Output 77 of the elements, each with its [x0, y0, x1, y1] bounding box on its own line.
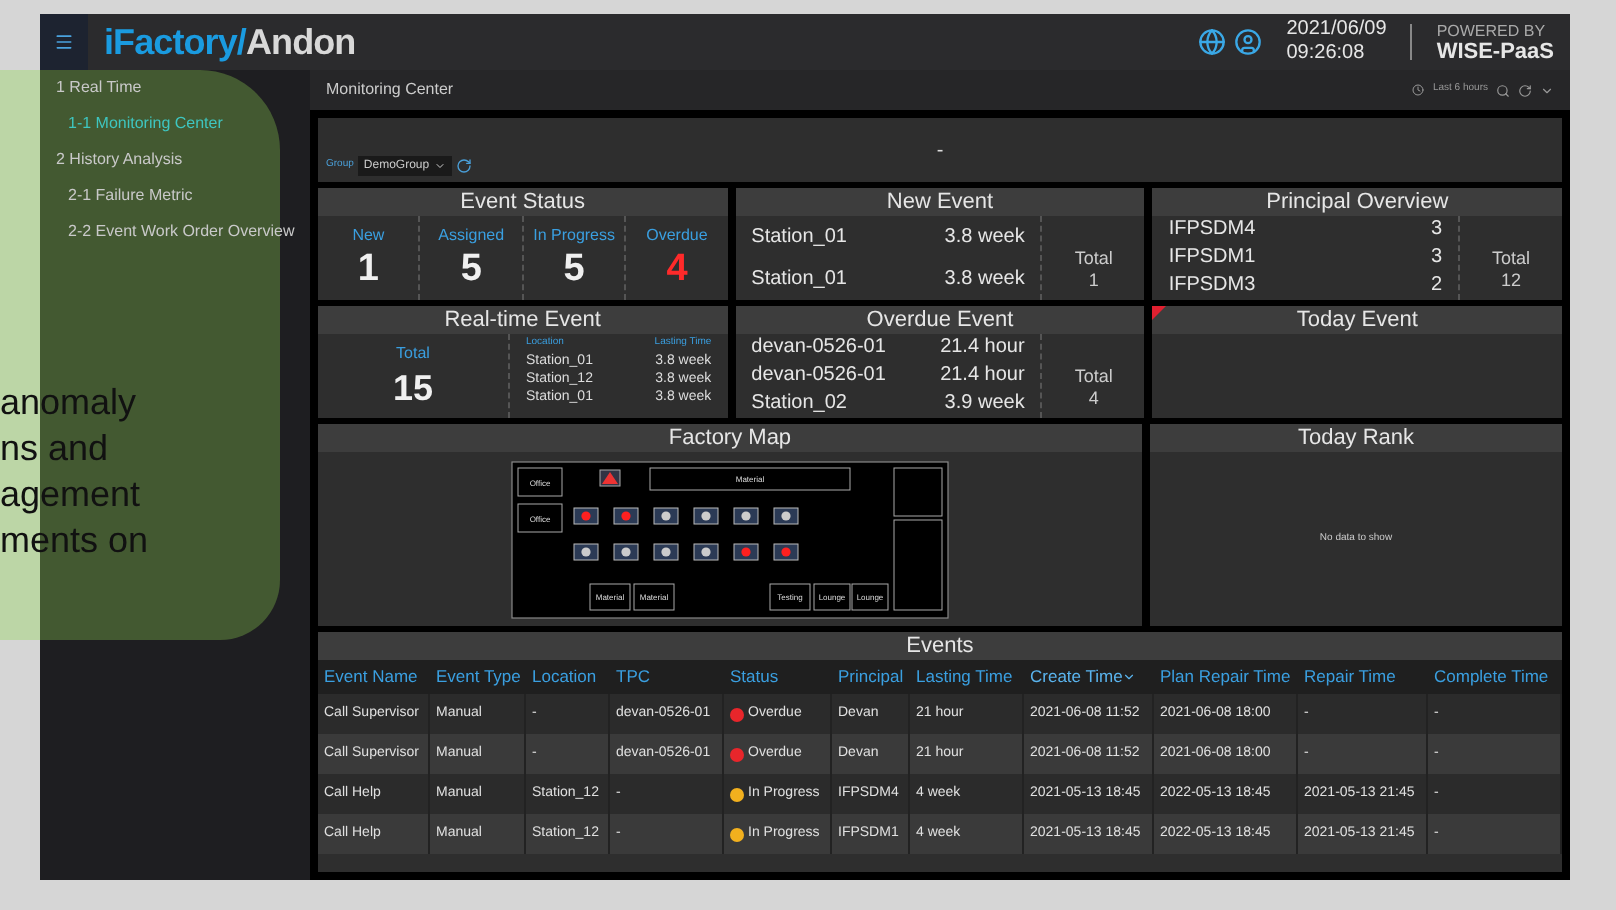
- panel-title: Overdue Event: [735, 306, 1145, 334]
- total-value: 1: [1088, 270, 1099, 292]
- slide-text: ns and: [0, 426, 111, 472]
- sidebar-section[interactable]: 2 History Analysis: [56, 148, 310, 172]
- column-header[interactable]: Lasting Time: [910, 664, 1024, 690]
- status-count: 5: [563, 248, 585, 292]
- sidebar-item[interactable]: 1-1 Monitoring Center: [68, 112, 310, 136]
- list-value: 2: [1430, 274, 1442, 298]
- list-value: 3.8 week: [944, 225, 1025, 249]
- banner-text: -: [936, 137, 944, 165]
- sidebar-item[interactable]: 2-2 Event Work Order Overview: [68, 220, 310, 244]
- flag-icon: [1152, 306, 1167, 320]
- column-header[interactable]: TPC: [610, 664, 724, 690]
- list-name: Station_01: [751, 225, 847, 249]
- list-name: IFPSDM3: [1168, 274, 1256, 298]
- sidebar-item[interactable]: 2-1 Failure Metric: [68, 184, 310, 208]
- list-value: 3.8 week: [944, 267, 1025, 291]
- column-header[interactable]: Event Type: [430, 664, 526, 690]
- list-value: 3: [1430, 246, 1442, 270]
- page-title: Monitoring Center: [326, 78, 454, 102]
- total-label: Total: [1074, 366, 1113, 388]
- total-count: 15: [392, 366, 434, 410]
- status-label: Assigned: [438, 224, 505, 248]
- panel-title: Today Event: [1152, 306, 1562, 334]
- panel-title: Event Status: [318, 188, 728, 216]
- user-icon[interactable]: [1234, 28, 1263, 56]
- total-value: 4: [1088, 388, 1099, 410]
- list-name: Station_02: [751, 392, 847, 416]
- status-count: 5: [460, 248, 482, 292]
- column-header[interactable]: Principal: [832, 664, 910, 690]
- list-name: Station_01: [751, 267, 847, 291]
- column-header[interactable]: Event Name: [318, 664, 430, 690]
- total-label: Total: [1491, 248, 1530, 270]
- refresh-icon[interactable]: [455, 158, 472, 174]
- refresh-icon[interactable]: [1518, 83, 1532, 97]
- clock-icon: [1412, 84, 1425, 96]
- sidebar-section[interactable]: 1 Real Time: [56, 76, 310, 100]
- status-label: New: [352, 224, 385, 248]
- menu-icon[interactable]: [54, 32, 74, 52]
- platform-logo: WISE-PaaS: [1436, 42, 1554, 62]
- date-text: 2021/06/09: [1286, 18, 1387, 42]
- panel-title: Factory Map: [318, 424, 1142, 452]
- panel-title: Events: [318, 632, 1562, 660]
- list-value: 3: [1430, 218, 1442, 242]
- column-header[interactable]: Location: [526, 664, 610, 690]
- status-label: Overdue: [646, 224, 708, 248]
- total-value: 12: [1500, 270, 1521, 292]
- panel-title: Principal Overview: [1152, 188, 1562, 216]
- column-header[interactable]: Complete Time: [1428, 664, 1562, 690]
- list-value: 21.4 hour: [940, 364, 1025, 388]
- logo-product: Andon: [245, 24, 356, 60]
- time-text: 09:26:08: [1286, 42, 1367, 66]
- column-header[interactable]: Plan Repair Time: [1154, 664, 1298, 690]
- list-name: IFPSDM4: [1168, 218, 1256, 242]
- status-label: In Progress: [533, 224, 615, 248]
- column-header[interactable]: Status: [724, 664, 832, 690]
- caret-icon: [433, 160, 446, 172]
- column-header[interactable]: Create Time: [1024, 664, 1154, 690]
- status-count: 1: [357, 248, 379, 292]
- logo-brand: iFactory/: [104, 24, 246, 60]
- list-value: 21.4 hour: [940, 336, 1025, 360]
- list-name: IFPSDM1: [1168, 246, 1256, 270]
- total-label: Total: [396, 342, 430, 366]
- globe-icon[interactable]: [1198, 28, 1227, 56]
- panel-title: New Event: [735, 188, 1145, 216]
- panel-title: Real-time Event: [318, 306, 728, 334]
- status-count: 4: [666, 248, 688, 292]
- list-name: devan-0526-01: [751, 364, 886, 388]
- sort-icon: [1122, 670, 1137, 684]
- search-icon[interactable]: [1496, 83, 1510, 97]
- total-label: Total: [1074, 248, 1113, 270]
- list-name: devan-0526-01: [751, 336, 886, 360]
- powered-by-text: POWERED BY: [1436, 22, 1548, 42]
- caret-icon[interactable]: [1540, 83, 1554, 97]
- column-header[interactable]: Repair Time: [1298, 664, 1428, 690]
- list-value: 3.9 week: [944, 392, 1025, 416]
- panel-title: Today Rank: [1150, 424, 1562, 452]
